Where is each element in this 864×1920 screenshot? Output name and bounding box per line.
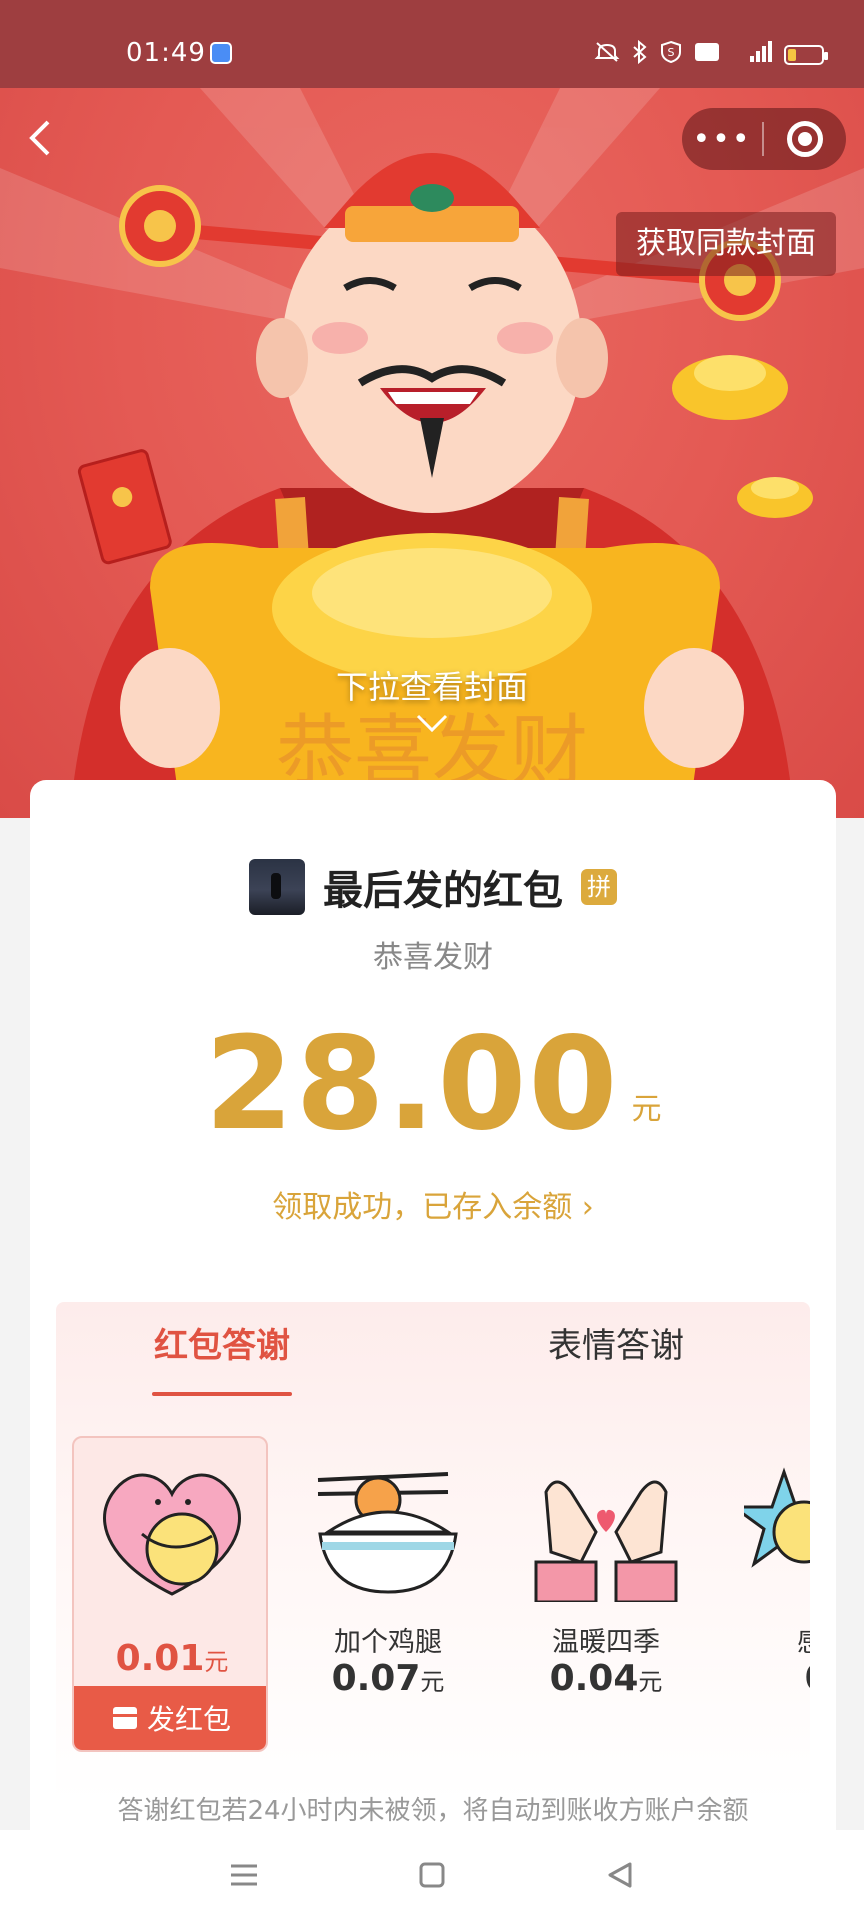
gift-price-unit: 元 (638, 1668, 663, 1696)
chevron-left-icon (29, 120, 50, 156)
get-same-cover-button[interactable]: 获取同款封面 (616, 212, 836, 276)
thanks-panel: 红包答谢 表情答谢 0.01元 发红包 加个鸡腿 0.07元 温暖四季 0.04… (56, 1302, 810, 1802)
tab-label: 红包答谢 (154, 1326, 290, 1366)
thanks-footnote: 答谢红包若24小时内未被领，将自动到账收方账户余额 (117, 1796, 749, 1826)
gift-price: 0.04元 (508, 1658, 704, 1699)
app-notification-icon (210, 42, 232, 64)
star-icon (744, 1467, 810, 1568)
status-bar: 01:49 S (0, 0, 864, 88)
pull-down-hint: 下拉查看封面 (335, 668, 528, 706)
mute-icon (594, 41, 620, 68)
mini-program-capsule: ••• (682, 108, 846, 170)
bluetooth-icon (632, 39, 648, 69)
gift-item[interactable]: 0.01元 发红包 (72, 1436, 268, 1752)
blessing-text: 恭喜发财 (373, 940, 493, 975)
gift-price-unit: 元 (204, 1648, 229, 1676)
gift-price-value: 0. (805, 1658, 810, 1699)
amount-row: 28.00 元 (30, 1020, 836, 1150)
tab-emoji-thanks[interactable]: 表情答谢 (546, 1302, 686, 1406)
red-packet-cover[interactable]: 恭喜发财 ••• 获取同款封面 下拉查看封面 (0, 88, 864, 818)
close-mini-program-button[interactable] (764, 121, 846, 157)
gift-price-unit: 元 (420, 1668, 445, 1696)
menu-button[interactable] (214, 1855, 274, 1895)
gift-price: 0.01元 (74, 1638, 266, 1679)
sender-avatar[interactable] (249, 859, 305, 915)
gift-price: 0.07元 (290, 1658, 486, 1699)
gift-price-value: 0.04 (549, 1658, 639, 1699)
status-time: 01:49 (126, 38, 206, 68)
square-icon (419, 1862, 445, 1888)
back-nav-button[interactable] (590, 1855, 650, 1895)
more-button[interactable]: ••• (682, 122, 762, 157)
system-nav-bar (0, 1830, 864, 1920)
send-red-packet-button[interactable]: 发红包 (74, 1686, 266, 1750)
send-button-label: 发红包 (146, 1703, 231, 1736)
tab-label: 表情答谢 (548, 1326, 684, 1366)
menu-icon (231, 1864, 257, 1886)
battery-level (788, 48, 796, 61)
red-packet-detail-card: 最后发的红包 拼 恭喜发财 28.00 元 领取成功，已存入余额 › 红包答谢 … (30, 780, 836, 1840)
svg-text:S: S (668, 46, 675, 59)
amount-value: 28.00 (204, 1010, 620, 1159)
claim-status-link[interactable]: 领取成功，已存入余额 › (30, 1182, 836, 1226)
triangle-back-icon (608, 1862, 632, 1888)
sender-name: 最后发的红包 (323, 868, 563, 914)
battery-icon (784, 44, 828, 65)
heart-hands-icon (534, 1480, 678, 1602)
gift-item[interactable]: 温暖四季 0.04元 (508, 1436, 704, 1752)
pin-badge: 拼 (581, 869, 617, 905)
tab-red-packet-thanks[interactable]: 红包答谢 (152, 1302, 292, 1406)
gift-price-value: 0.01 (115, 1638, 205, 1679)
amount-unit: 元 (631, 1092, 662, 1127)
gift-price-value: 0.07 (331, 1658, 421, 1699)
home-button[interactable] (402, 1855, 462, 1895)
gift-list: 0.01元 发红包 加个鸡腿 0.07元 温暖四季 0.04元 (72, 1436, 810, 1756)
gift-item[interactable]: 加个鸡腿 0.07元 (290, 1436, 486, 1752)
sender-row: 最后发的红包 拼 (30, 858, 836, 916)
gift-price: 0. (726, 1658, 810, 1699)
gift-name: 温暖四季 (552, 1627, 660, 1658)
hd-icon (694, 41, 720, 68)
heart-hug-icon (103, 1473, 241, 1596)
gift-name: 加个鸡腿 (334, 1627, 442, 1658)
target-icon (787, 121, 823, 157)
status-icons: S (594, 39, 828, 69)
shield-icon: S (660, 40, 682, 69)
rice-bowl-drumstick-icon (317, 1472, 458, 1594)
back-button[interactable] (26, 118, 66, 168)
signal-4g-icon (732, 40, 772, 69)
red-packet-icon (112, 1707, 137, 1729)
gift-item[interactable]: 感谚 0. (726, 1436, 810, 1752)
gift-name: 感谚 (726, 1620, 810, 1659)
chevron-down-icon (416, 714, 448, 733)
tab-underline (152, 1392, 292, 1396)
